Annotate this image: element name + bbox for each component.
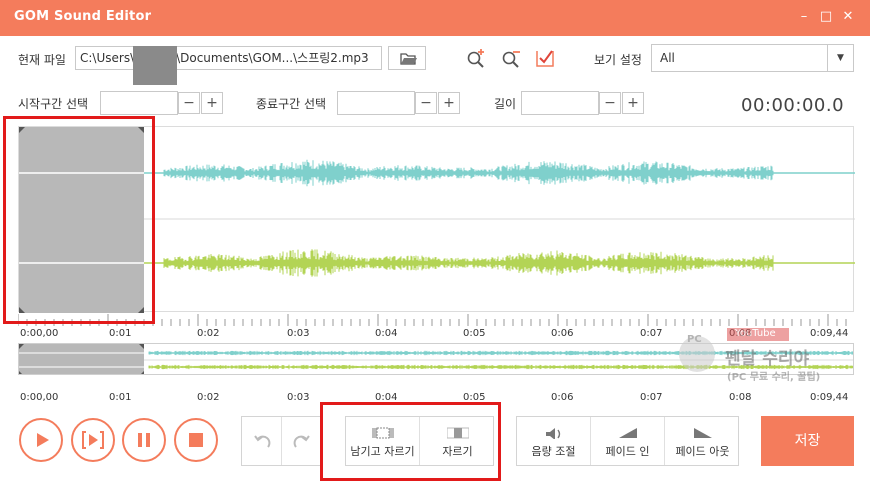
length-minus-button[interactable]: − [599,92,621,114]
time-label: 0:02 [197,392,220,403]
watermark-subtitle: (PC 무료 수리, 꿀팁) [727,372,821,383]
time-label: 0:00,00 [20,328,59,339]
undo-icon [254,435,271,448]
overview-selection[interactable] [19,344,144,375]
view-select-value: All [660,51,675,65]
undo-redo-group [241,416,321,466]
play-button[interactable] [19,418,63,462]
time-label: 0:00,00 [20,392,59,403]
open-folder-button[interactable] [388,46,426,70]
svg-text:PC: PC [687,334,702,345]
stop-icon [189,433,203,447]
start-minus-button[interactable]: − [178,92,200,114]
maximize-icon[interactable]: □ [818,9,834,25]
highlight-cut-box [320,402,501,481]
highlight-selection-box [3,116,155,324]
fade-out-icon [693,428,712,438]
timecode-display: 00:00:00.0 [741,95,845,116]
time-label: 0:02 [197,328,220,339]
stop-button[interactable] [174,418,218,462]
play-selection-button[interactable] [71,418,115,462]
redaction-block [133,46,177,85]
zoom-in-button[interactable] [465,47,487,69]
file-path-text: C:\Users\ \Documents\GOM...\스프링2.mp3 [80,51,369,65]
time-label: 0:04 [375,328,398,339]
time-label: 0:01 [109,328,132,339]
time-label: 0:03 [287,392,310,403]
current-file-label: 현재 파일 [18,53,66,67]
play-icon [37,433,49,447]
effects-group: 음량 조절 페이드 인 페이드 아웃 [516,416,739,466]
time-label: 0:07 [640,328,663,339]
end-minus-button[interactable]: − [415,92,437,114]
watermark-youtube: YouTube [735,328,776,339]
title-bar: GOM Sound Editor – □ ✕ [0,0,870,36]
close-icon[interactable]: ✕ [840,9,856,25]
fade-in-icon [618,428,637,438]
undo-button[interactable] [242,417,282,465]
view-select[interactable]: All ▼ [651,44,854,72]
start-label: 시작구간 선택 [18,97,89,111]
length-input[interactable] [521,91,599,115]
folder-open-icon [400,53,417,65]
time-label: 0:06 [551,328,574,339]
time-label: 0:05 [463,328,486,339]
fade-out-button[interactable]: 페이드 아웃 [665,417,740,465]
length-label: 길이 [494,97,517,111]
watermark-name: 펜달 수리야 [725,349,810,369]
chevron-down-icon[interactable]: ▼ [827,45,853,71]
end-plus-button[interactable]: + [438,92,460,114]
fade-out-label: 페이드 아웃 [675,445,730,458]
checkbox-check-icon [536,50,554,67]
waveform-bottom-channel [163,249,774,277]
select-all-button[interactable] [534,47,556,69]
play-selection-icon [82,431,104,449]
end-label: 종료구간 선택 [256,97,327,111]
time-label: 0:07 [640,392,663,403]
pause-icon [138,433,150,447]
start-input[interactable] [100,91,178,115]
end-input[interactable] [337,91,415,115]
zoom-in-icon [467,49,484,68]
app-title: GOM Sound Editor [14,9,152,24]
time-label: 0:09,44 [810,392,849,403]
redo-icon [293,435,310,448]
watermark: PC YouTube 펜달 수리야 (PC 무료 수리, 꿀팁) [675,328,865,388]
time-label: 0:01 [109,392,132,403]
view-setting-label: 보기 설정 [594,53,642,67]
volume-button[interactable]: 음량 조절 [517,417,591,465]
fade-in-button[interactable]: 페이드 인 [591,417,665,465]
zoom-out-button[interactable] [500,47,522,69]
zoom-out-icon [502,51,520,68]
file-path-field[interactable]: C:\Users\ \Documents\GOM...\스프링2.mp3 [75,46,382,70]
pause-button[interactable] [122,418,166,462]
waveform-top-channel [163,159,774,187]
save-button[interactable]: 저장 [761,416,854,466]
time-label: 0:06 [551,392,574,403]
start-plus-button[interactable]: + [201,92,223,114]
redo-button[interactable] [282,417,322,465]
fade-in-label: 페이드 인 [605,445,650,458]
time-label: 0:03 [287,328,310,339]
time-label: 0:08 [729,392,752,403]
volume-label: 음량 조절 [531,445,576,458]
minimize-icon[interactable]: – [796,9,812,25]
volume-icon [545,428,560,439]
length-plus-button[interactable]: + [622,92,644,114]
